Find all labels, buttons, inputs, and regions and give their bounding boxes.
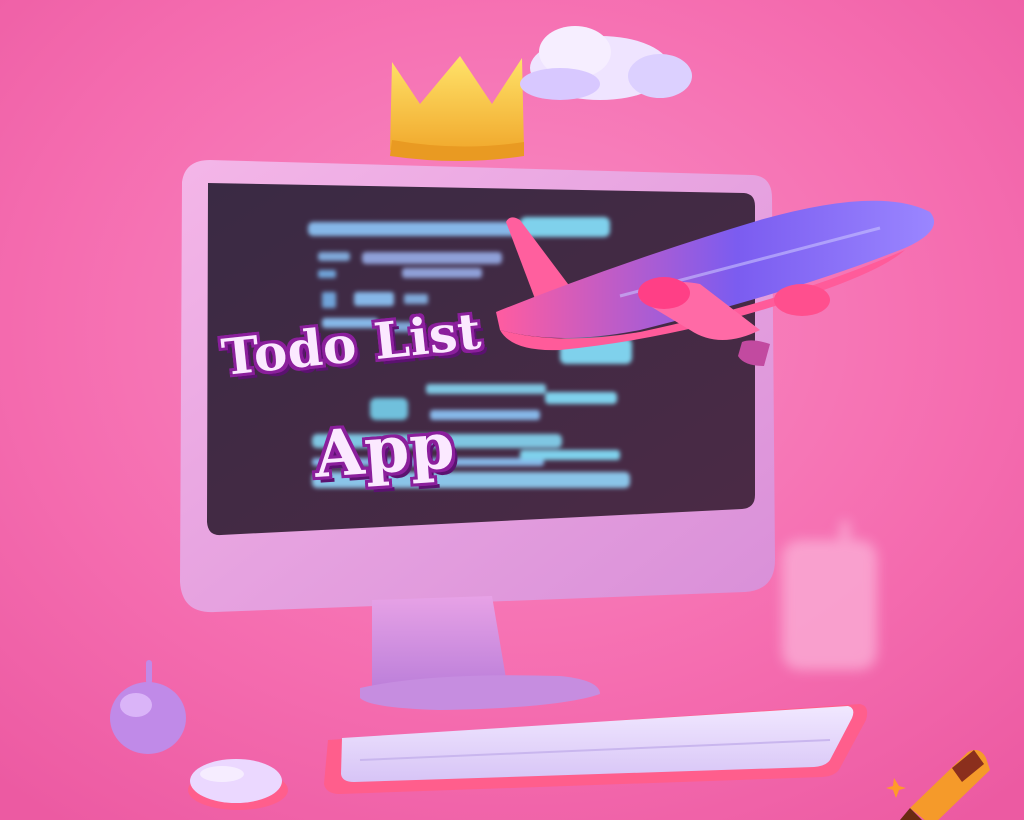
blurred-cup bbox=[782, 520, 877, 670]
title-line-2: App bbox=[311, 408, 458, 493]
app-title: Todo List App bbox=[219, 301, 565, 518]
